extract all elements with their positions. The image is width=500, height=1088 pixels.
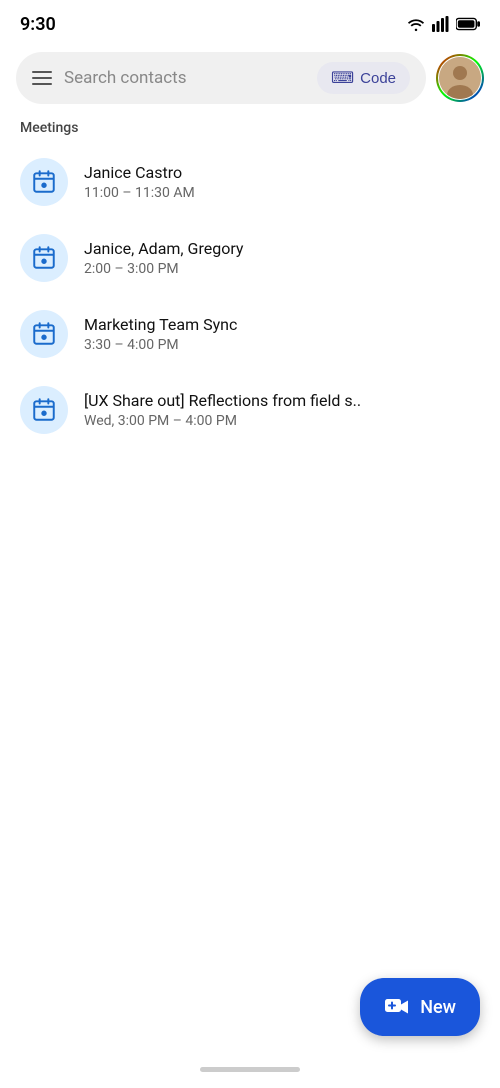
- hamburger-icon[interactable]: [32, 71, 52, 85]
- meeting-time: Wed, 3:00 PM – 4:00 PM: [84, 413, 361, 429]
- section-label: Meetings: [0, 116, 500, 144]
- search-placeholder: Search contacts: [64, 68, 305, 88]
- meeting-icon: [20, 158, 68, 206]
- meeting-list: Janice Castro 11:00 – 11:30 AM Janice, A…: [0, 144, 500, 448]
- fab-label: New: [420, 997, 456, 1018]
- meeting-info: Marketing Team Sync 3:30 – 4:00 PM: [84, 315, 237, 353]
- meeting-item[interactable]: Janice, Adam, Gregory 2:00 – 3:00 PM: [16, 220, 484, 296]
- battery-icon: [456, 17, 480, 31]
- meeting-icon: [20, 234, 68, 282]
- meeting-item[interactable]: [UX Share out] Reflections from field s.…: [16, 372, 484, 448]
- meeting-icon: [20, 386, 68, 434]
- meeting-item[interactable]: Janice Castro 11:00 – 11:30 AM: [16, 144, 484, 220]
- meeting-info: Janice Castro 11:00 – 11:30 AM: [84, 163, 195, 201]
- status-time: 9:30: [20, 14, 56, 35]
- meeting-icon: [20, 310, 68, 358]
- meeting-title: [UX Share out] Reflections from field s.…: [84, 391, 361, 410]
- meeting-title: Janice, Adam, Gregory: [84, 239, 243, 258]
- status-bar: 9:30: [0, 0, 500, 44]
- code-button[interactable]: ⌨ Code: [317, 62, 410, 94]
- wifi-icon: [406, 16, 426, 32]
- search-bar[interactable]: Search contacts ⌨ Code: [16, 52, 426, 104]
- keyboard-icon: ⌨: [331, 68, 354, 88]
- code-label: Code: [360, 70, 396, 87]
- bottom-handle: [200, 1067, 300, 1072]
- new-meeting-fab[interactable]: New: [360, 978, 480, 1036]
- avatar-inner: [439, 57, 481, 99]
- meeting-item[interactable]: Marketing Team Sync 3:30 – 4:00 PM: [16, 296, 484, 372]
- signal-icon: [432, 16, 450, 32]
- search-bar-row: Search contacts ⌨ Code: [0, 44, 500, 116]
- video-add-icon: [384, 996, 410, 1018]
- meeting-time: 3:30 – 4:00 PM: [84, 337, 237, 353]
- meeting-title: Marketing Team Sync: [84, 315, 237, 334]
- status-icons: [406, 16, 480, 32]
- meeting-time: 11:00 – 11:30 AM: [84, 185, 195, 201]
- meeting-title: Janice Castro: [84, 163, 195, 182]
- meeting-info: [UX Share out] Reflections from field s.…: [84, 391, 361, 429]
- avatar[interactable]: [436, 54, 484, 102]
- meeting-info: Janice, Adam, Gregory 2:00 – 3:00 PM: [84, 239, 243, 277]
- meeting-time: 2:00 – 3:00 PM: [84, 261, 243, 277]
